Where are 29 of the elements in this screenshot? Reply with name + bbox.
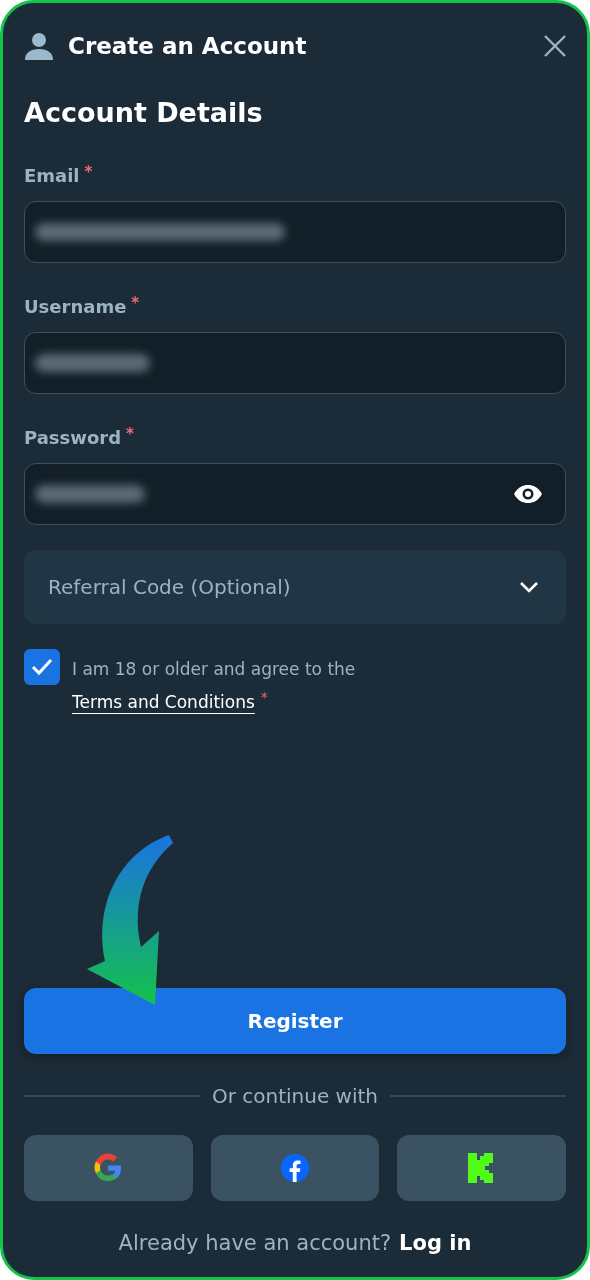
input-field[interactable] [24,463,566,525]
required-mark: * [126,426,134,442]
field-label: Email [24,164,80,188]
social-login-button[interactable] [397,1135,566,1201]
required-mark: * [84,164,93,180]
referral-dropdown[interactable]: Referral Code (Optional) [24,550,566,624]
input-field[interactable] [24,332,566,394]
field-label: Username [24,295,127,319]
facebook-icon [280,1153,310,1183]
chevron-icon [520,581,538,593]
divider-text: Or continue with [211,1084,379,1108]
register-button[interactable]: Register [24,988,566,1054]
login-link[interactable]: Log in [399,1231,472,1255]
input-field[interactable] [24,201,566,263]
terms-link[interactable]: Terms and Conditions [72,689,255,715]
field-label: Password [24,426,122,450]
section-heading: Account Details [24,96,264,130]
agreement-text: I am 18 or older and agree to the [72,658,356,681]
required-mark: * [260,689,268,705]
required-mark: * [131,295,140,311]
eye-icon[interactable] [513,484,543,504]
dialog-title: Create an Account [68,33,308,59]
checkbox[interactable] [24,649,60,685]
kick-icon [467,1153,496,1183]
check-icon [31,658,53,676]
close-icon[interactable] [544,35,566,57]
login-prompt: Already have an account? [118,1231,392,1255]
social-login-button[interactable] [210,1135,380,1201]
user-icon [24,32,54,60]
